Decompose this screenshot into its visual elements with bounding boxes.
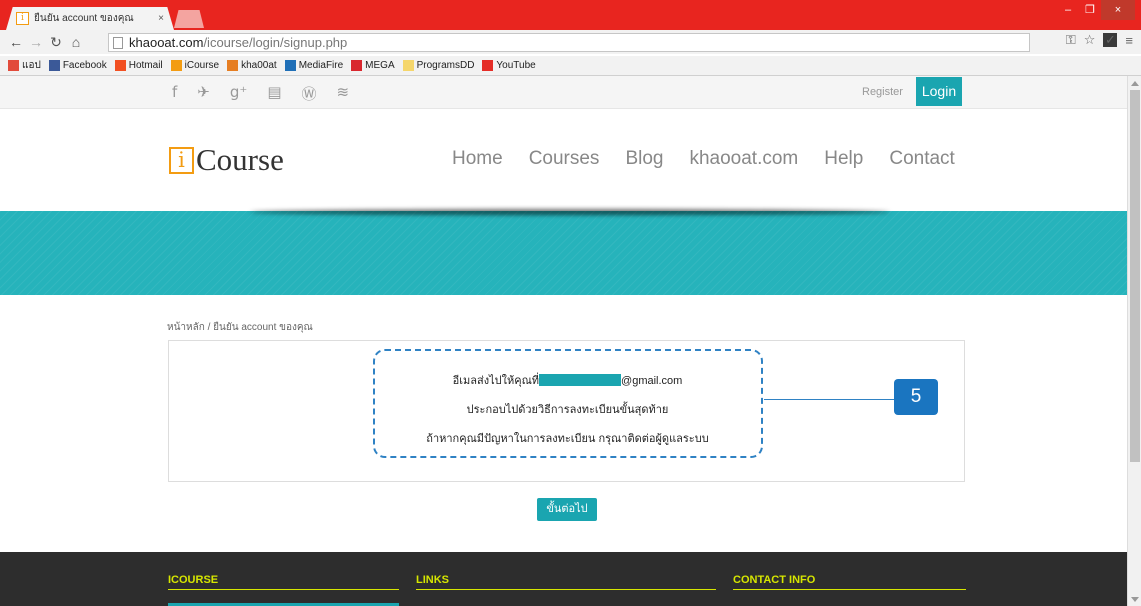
page-scrollbar[interactable]: [1127, 76, 1141, 606]
login-button[interactable]: Login: [916, 77, 962, 106]
next-step-button[interactable]: ขั้นต่อไป: [537, 498, 597, 521]
bookmark-youtube[interactable]: YouTube: [482, 60, 536, 71]
scroll-up-icon[interactable]: [1131, 81, 1139, 86]
google-plus-icon[interactable]: g⁺: [230, 83, 247, 104]
site-topbar: f ✈ g⁺ ▤ Ⓦ ≋ Register Login: [0, 76, 1127, 109]
reload-icon[interactable]: ↻: [46, 34, 66, 51]
scrollbar-thumb[interactable]: [1130, 90, 1140, 462]
url-path: /icourse/login/signup.php: [203, 35, 348, 50]
forward-arrow-icon[interactable]: →: [26, 34, 46, 50]
url-host: khaooat.com: [129, 35, 204, 50]
kha00at-icon: [227, 60, 239, 71]
minimize-button[interactable]: –: [1057, 0, 1079, 20]
twitter-icon[interactable]: ✈: [197, 83, 210, 104]
apps-icon: [8, 60, 19, 71]
nav-contact[interactable]: Contact: [889, 148, 954, 170]
nav-courses[interactable]: Courses: [529, 148, 600, 170]
page-icon: [113, 36, 123, 49]
rss-icon[interactable]: ≋: [337, 83, 350, 104]
window-controls: – ❐ ×: [1057, 0, 1135, 20]
bookmark-icourse[interactable]: iCourse: [170, 60, 219, 71]
logo-mark: i: [169, 146, 194, 174]
bookmarks-bar: แอป Facebook Hotmail iCourse kha00at Med…: [0, 56, 1141, 76]
main-nav: Home Courses Blog khaooat.com Help Conta…: [452, 148, 955, 170]
back-arrow-icon[interactable]: ←: [6, 34, 26, 50]
hero-banner: [0, 211, 1127, 295]
bookmark-mega[interactable]: MEGA: [351, 60, 395, 71]
register-link[interactable]: Register: [862, 86, 903, 98]
bookmark-star-icon[interactable]: ☆: [1084, 32, 1096, 48]
annotation-number-badge: 5: [894, 379, 938, 415]
browser-titlebar: i ยืนยัน account ของคุณ × – ❐ ×: [0, 0, 1141, 30]
youtube-icon: [482, 60, 494, 71]
bookmark-facebook[interactable]: Facebook: [48, 60, 107, 71]
annotation-highlight-box: [373, 349, 763, 458]
web-page: f ✈ g⁺ ▤ Ⓦ ≋ Register Login i Course Hom…: [0, 76, 1127, 606]
annotation-connector: [764, 399, 894, 400]
bookmark-programsdd[interactable]: ProgramsDD: [402, 60, 474, 71]
banner-shadow: [250, 209, 890, 215]
menu-icon[interactable]: ≡: [1125, 33, 1133, 48]
programsdd-icon: [402, 60, 414, 71]
nav-khaooat[interactable]: khaooat.com: [689, 148, 798, 170]
footer-heading-links: LINKS: [416, 574, 716, 590]
footer-heading-contact: CONTACT INFO: [733, 574, 966, 590]
nav-help[interactable]: Help: [824, 148, 863, 170]
browser-tab[interactable]: i ยืนยัน account ของคุณ ×: [6, 7, 174, 30]
site-logo[interactable]: i Course: [169, 142, 284, 178]
nav-blog[interactable]: Blog: [625, 148, 663, 170]
breadcrumb[interactable]: หน้าหลัก / ยืนยัน account ของคุณ: [167, 320, 313, 335]
youtube-icon[interactable]: ▤: [267, 83, 281, 104]
mega-icon: [351, 60, 363, 71]
bookmark-hotmail[interactable]: Hotmail: [114, 60, 163, 71]
bookmark-mediafire[interactable]: MediaFire: [284, 60, 343, 71]
close-window-button[interactable]: ×: [1101, 0, 1135, 20]
logo-text: Course: [196, 142, 284, 177]
footer-heading-icourse: ICOURSE: [168, 574, 399, 590]
bookmark-kha00at[interactable]: kha00at: [227, 60, 277, 71]
toolbar-right: ⚿ ☆ ✓ ≡: [1066, 32, 1133, 48]
site-footer: ICOURSE LINKS CONTACT INFO: [0, 552, 1127, 606]
social-links: f ✈ g⁺ ▤ Ⓦ ≋: [172, 83, 349, 104]
address-bar[interactable]: khaooat.com /icourse/login/signup.php: [108, 33, 1030, 52]
facebook-icon[interactable]: f: [172, 83, 177, 104]
bookmark-apps[interactable]: แอป: [8, 58, 41, 73]
wordpress-icon[interactable]: Ⓦ: [302, 83, 317, 104]
home-icon[interactable]: ⌂: [66, 34, 86, 50]
hotmail-icon: [114, 60, 126, 71]
mediafire-icon: [284, 60, 296, 71]
icourse-icon: [170, 60, 182, 71]
tab-title: ยืนยัน account ของคุณ: [34, 13, 134, 24]
new-tab-button[interactable]: [174, 10, 204, 28]
key-icon[interactable]: ⚿: [1066, 32, 1076, 48]
tab-close-icon[interactable]: ×: [158, 13, 164, 24]
extension-icon[interactable]: ✓: [1103, 33, 1118, 47]
maximize-button[interactable]: ❐: [1079, 0, 1101, 20]
icourse-favicon-icon: i: [16, 12, 29, 25]
scroll-down-icon[interactable]: [1131, 597, 1139, 602]
nav-home[interactable]: Home: [452, 148, 503, 170]
facebook-icon: [48, 60, 60, 71]
